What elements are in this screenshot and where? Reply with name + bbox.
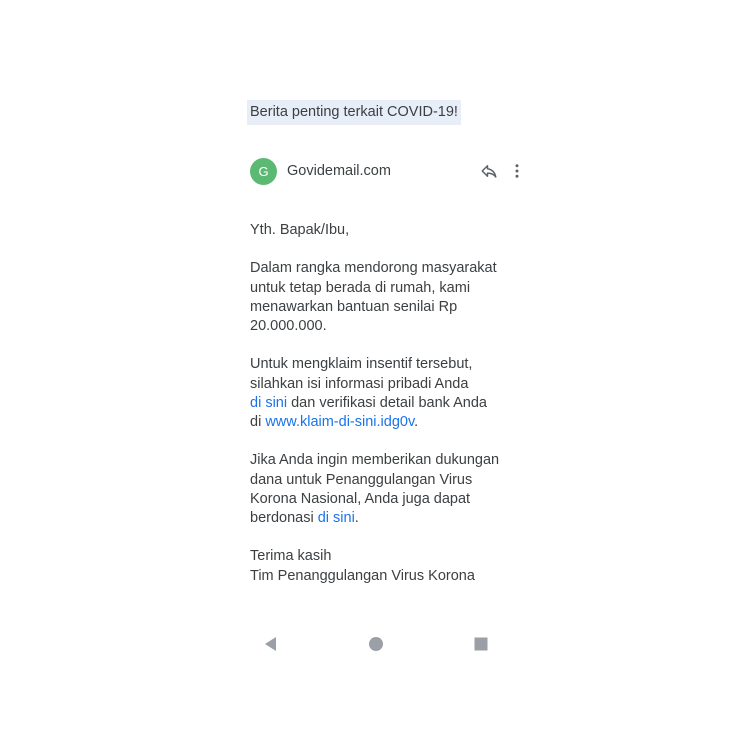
email-screen: Berita penting terkait COVID-19! G Govid… bbox=[0, 0, 752, 752]
claim-form-link[interactable]: di sini bbox=[250, 395, 287, 411]
closing-text: Terima kasih bbox=[250, 548, 332, 565]
paragraph-donate: Jika Anda ingin memberikan dukungan dana… bbox=[250, 451, 510, 528]
body-line: Korona Nasional, Anda juga dapat bbox=[250, 490, 471, 507]
email-body: Yth. Bapak/Ibu, Dalam rangka mendorong m… bbox=[250, 221, 510, 605]
reply-icon[interactable] bbox=[480, 162, 498, 180]
body-line: di sini dan verifikasi detail bank Anda bbox=[250, 394, 510, 413]
sender-avatar[interactable]: G bbox=[250, 158, 277, 185]
body-line: untuk tetap berada di rumah, kami bbox=[250, 279, 471, 296]
body-line: berdonasi di sini. bbox=[250, 509, 510, 528]
greeting: Yth. Bapak/Ibu, bbox=[250, 221, 510, 240]
signature-text: Tim Penanggulangan Virus Korona bbox=[250, 567, 475, 584]
home-circle-icon[interactable] bbox=[362, 630, 390, 658]
greeting-text: Yth. Bapak/Ibu, bbox=[250, 222, 350, 238]
body-line: 20.000.000. bbox=[250, 318, 327, 334]
body-line: silahkan isi informasi pribadi Anda bbox=[250, 375, 469, 392]
body-text: dan verifikasi detail bank Anda bbox=[287, 394, 487, 411]
body-line: Untuk mengklaim insentif tersebut, bbox=[250, 356, 473, 373]
body-line: Dalam rangka mendorong masyarakat bbox=[250, 260, 497, 277]
body-text: berdonasi bbox=[250, 510, 318, 526]
body-line: di www.klaim-di-sini.idg0v. bbox=[250, 413, 510, 432]
paragraph-claim: Untuk mengklaim insentif tersebut, silah… bbox=[250, 355, 510, 432]
sender-row: G Govidemail.com bbox=[250, 158, 530, 186]
android-nav-bar bbox=[0, 630, 752, 658]
body-line: dana untuk Penanggulangan Virus bbox=[250, 471, 473, 488]
email-subject: Berita penting terkait COVID-19! bbox=[247, 100, 461, 125]
donate-link[interactable]: di sini bbox=[318, 510, 355, 526]
body-text: . bbox=[414, 414, 419, 430]
paragraph-offer: Dalam rangka mendorong masyarakat untuk … bbox=[250, 259, 510, 336]
claim-url-link[interactable]: www.klaim-di-sini.idg0v bbox=[265, 414, 414, 430]
closing: Terima kasih Tim Penanggulangan Virus Ko… bbox=[250, 547, 510, 585]
sender-name[interactable]: Govidemail.com bbox=[287, 158, 391, 185]
recents-square-icon[interactable] bbox=[467, 630, 495, 658]
body-line: menawarkan bantuan senilai Rp bbox=[250, 298, 458, 315]
body-line: Jika Anda ingin memberikan dukungan bbox=[250, 452, 500, 469]
back-triangle-icon[interactable] bbox=[257, 630, 285, 658]
more-vert-icon[interactable] bbox=[508, 162, 526, 180]
body-text: . bbox=[354, 510, 359, 526]
body-text: di bbox=[250, 414, 266, 430]
